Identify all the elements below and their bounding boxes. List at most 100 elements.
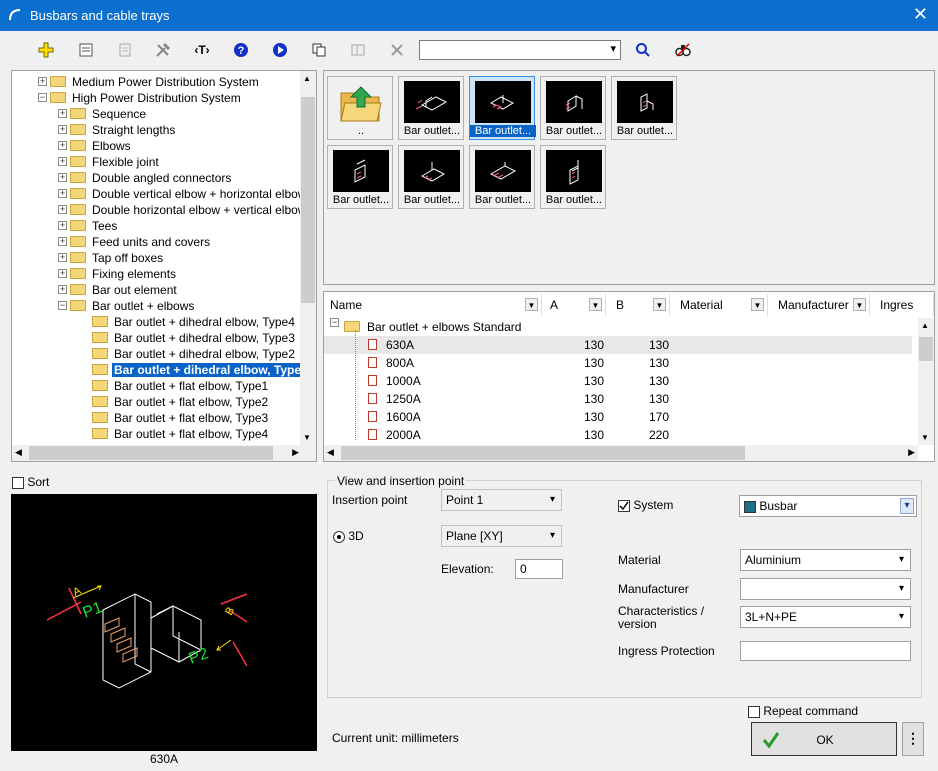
grid-group-row[interactable]: − Bar outlet + elbows Standard — [324, 318, 912, 336]
filter-dropdown-icon[interactable]: ▼ — [751, 298, 764, 311]
scroll-thumb[interactable] — [29, 446, 273, 460]
close-icon[interactable]: ✕ — [913, 5, 928, 23]
column-header-name[interactable]: Name ▼ — [324, 294, 542, 316]
scroll-right-icon[interactable]: ▶ — [292, 447, 299, 458]
radio-button[interactable] — [333, 530, 345, 543]
thumbnail-item[interactable]: Bar outlet... — [398, 76, 464, 140]
sort-checkbox[interactable]: Sort — [12, 475, 49, 489]
column-header-manufacturer[interactable]: Manufacturer ▼ — [772, 294, 870, 316]
manufacturer-select[interactable]: ▾ — [740, 578, 911, 600]
scroll-up-icon[interactable]: ▲ — [921, 321, 929, 330]
tree-item[interactable]: + Flexible joint — [58, 153, 161, 169]
material-select[interactable]: Aluminium ▾ — [740, 549, 911, 571]
scroll-thumb[interactable] — [341, 446, 745, 460]
tree-item-selected[interactable]: Bar outlet + dihedral elbow, Type1 — [92, 361, 311, 378]
thumbnail-item[interactable]: Bar outlet... — [327, 145, 393, 209]
system-select[interactable]: Busbar ▾ — [739, 495, 917, 517]
chevron-down-icon[interactable]: ▾ — [900, 498, 914, 514]
tree-item[interactable]: Bar outlet + flat elbow, Type2 — [92, 393, 270, 409]
play-icon[interactable] — [270, 40, 290, 60]
search-icon[interactable] — [633, 40, 653, 60]
scroll-left-icon[interactable]: ◀ — [15, 447, 22, 458]
tree-item[interactable]: + Bar out element — [58, 281, 179, 297]
filter-dropdown-icon[interactable]: ▼ — [853, 298, 866, 311]
tree-item[interactable]: − High Power Distribution System — [38, 89, 243, 105]
elevation-input[interactable]: 0 — [515, 559, 563, 579]
thumbnail-item[interactable]: Bar outlet... — [540, 145, 606, 209]
list-icon[interactable] — [348, 40, 368, 60]
scroll-thumb[interactable] — [919, 337, 933, 361]
column-header-b[interactable]: B ▼ — [610, 294, 670, 316]
checkbox-box[interactable] — [748, 705, 760, 718]
tree-item[interactable]: + Feed units and covers — [58, 233, 212, 249]
collapse-icon[interactable]: − — [330, 318, 339, 327]
column-header-ingress[interactable]: Ingres — [874, 294, 934, 316]
tree-item[interactable]: + Straight lengths — [58, 121, 177, 137]
tree-item[interactable]: + Sequence — [58, 105, 148, 121]
binoculars-icon[interactable] — [673, 40, 693, 60]
scroll-down-icon[interactable]: ▼ — [303, 433, 311, 442]
copy-icon[interactable] — [309, 40, 329, 60]
thumbnail-item[interactable]: Bar outlet... — [398, 145, 464, 209]
text-icon[interactable]: ‹T› — [192, 40, 212, 60]
tree-item[interactable]: + Medium Power Distribution System — [38, 73, 261, 89]
tree-item[interactable]: + Double horizontal elbow + vertical elbo… — [58, 201, 308, 217]
insertion-point-select[interactable]: Point 1 ▾ — [441, 489, 562, 511]
characteristics-select[interactable]: 3L+N+PE ▾ — [740, 606, 911, 628]
mode-3d-radio[interactable]: 3D — [333, 529, 364, 543]
tree-horizontal-scrollbar[interactable]: ◀ ▶ — [12, 445, 302, 461]
filter-dropdown-icon[interactable]: ▼ — [589, 298, 602, 311]
table-row[interactable]: 1000A 130 130 — [324, 372, 912, 390]
system-checkbox[interactable]: System — [618, 498, 673, 512]
tree-item[interactable]: + Double vertical elbow + horizontal elbo… — [58, 185, 308, 201]
checkbox-box[interactable] — [12, 476, 24, 489]
tree-item[interactable]: Bar outlet + dihedral elbow, Type3 — [92, 329, 297, 345]
filter-dropdown-icon[interactable]: ▼ — [525, 298, 538, 311]
help-icon[interactable]: ? — [231, 40, 251, 60]
table-row[interactable]: 1600A 130 170 — [324, 408, 912, 426]
ok-button[interactable]: OK — [751, 722, 897, 756]
document-icon[interactable] — [115, 40, 135, 60]
scroll-left-icon[interactable]: ◀ — [327, 447, 334, 458]
tree-item[interactable]: Bar outlet + flat elbow, Type4 — [92, 425, 270, 441]
grid-vertical-scrollbar[interactable]: ▲ ▼ — [918, 318, 934, 445]
tree-item[interactable]: Bar outlet + dihedral elbow, Type4 — [92, 313, 297, 329]
tree-item[interactable]: + Tees — [58, 217, 119, 233]
component-grid[interactable]: Name ▼ A ▼ B ▼ Material ▼ Manufacturer ▼ Ingr… — [323, 291, 935, 462]
add-icon[interactable] — [36, 40, 56, 60]
tree-item[interactable]: + Tap off boxes — [58, 249, 165, 265]
table-row[interactable]: 1250A 130 130 — [324, 390, 912, 408]
edit-properties-icon[interactable] — [76, 40, 96, 60]
ingress-protection-input[interactable] — [740, 641, 911, 661]
table-row[interactable]: 2000A 130 220 — [324, 426, 912, 444]
more-options-button[interactable]: ⋮ — [902, 722, 924, 756]
tree-item[interactable]: − Bar outlet + elbows — [58, 297, 196, 313]
thumbnail-parent-folder[interactable]: .. — [327, 76, 393, 140]
filter-dropdown-icon[interactable]: ▼ — [653, 298, 666, 311]
tree-item[interactable]: + Elbows — [58, 137, 133, 153]
table-row[interactable]: 800A 130 130 — [324, 354, 912, 372]
table-row[interactable]: 630A 130 130 — [324, 336, 912, 354]
repeat-command-checkbox[interactable]: Repeat command — [748, 704, 858, 718]
plane-select[interactable]: Plane [XY] ▾ — [441, 525, 562, 547]
scroll-right-icon[interactable]: ▶ — [908, 447, 915, 458]
tools-icon[interactable] — [153, 40, 173, 60]
checkbox-box[interactable] — [618, 499, 630, 512]
delete-icon[interactable] — [387, 40, 407, 60]
search-combo[interactable]: ▾ — [419, 40, 621, 60]
tree-item[interactable]: Bar outlet + flat elbow, Type3 — [92, 409, 270, 425]
scroll-thumb[interactable] — [301, 97, 315, 303]
thumbnail-item[interactable]: Bar outlet... — [469, 145, 535, 209]
column-header-material[interactable]: Material ▼ — [674, 294, 768, 316]
thumbnail-item[interactable]: Bar outlet... — [611, 76, 677, 140]
thumbnail-item-selected[interactable]: Bar outlet... — [469, 76, 536, 140]
column-header-a[interactable]: A ▼ — [544, 294, 606, 316]
tree-vertical-scrollbar[interactable]: ▲ ▼ — [300, 71, 316, 445]
thumbnail-item[interactable]: Bar outlet... — [540, 76, 606, 140]
tree-item[interactable]: Bar outlet + dihedral elbow, Type2 — [92, 345, 297, 361]
category-tree[interactable]: + Medium Power Distribution System − High … — [11, 70, 317, 462]
scroll-down-icon[interactable]: ▼ — [921, 433, 929, 442]
grid-horizontal-scrollbar[interactable]: ◀ ▶ — [324, 445, 918, 461]
tree-item[interactable]: + Fixing elements — [58, 265, 178, 281]
tree-item[interactable]: + Double angled connectors — [58, 169, 233, 185]
